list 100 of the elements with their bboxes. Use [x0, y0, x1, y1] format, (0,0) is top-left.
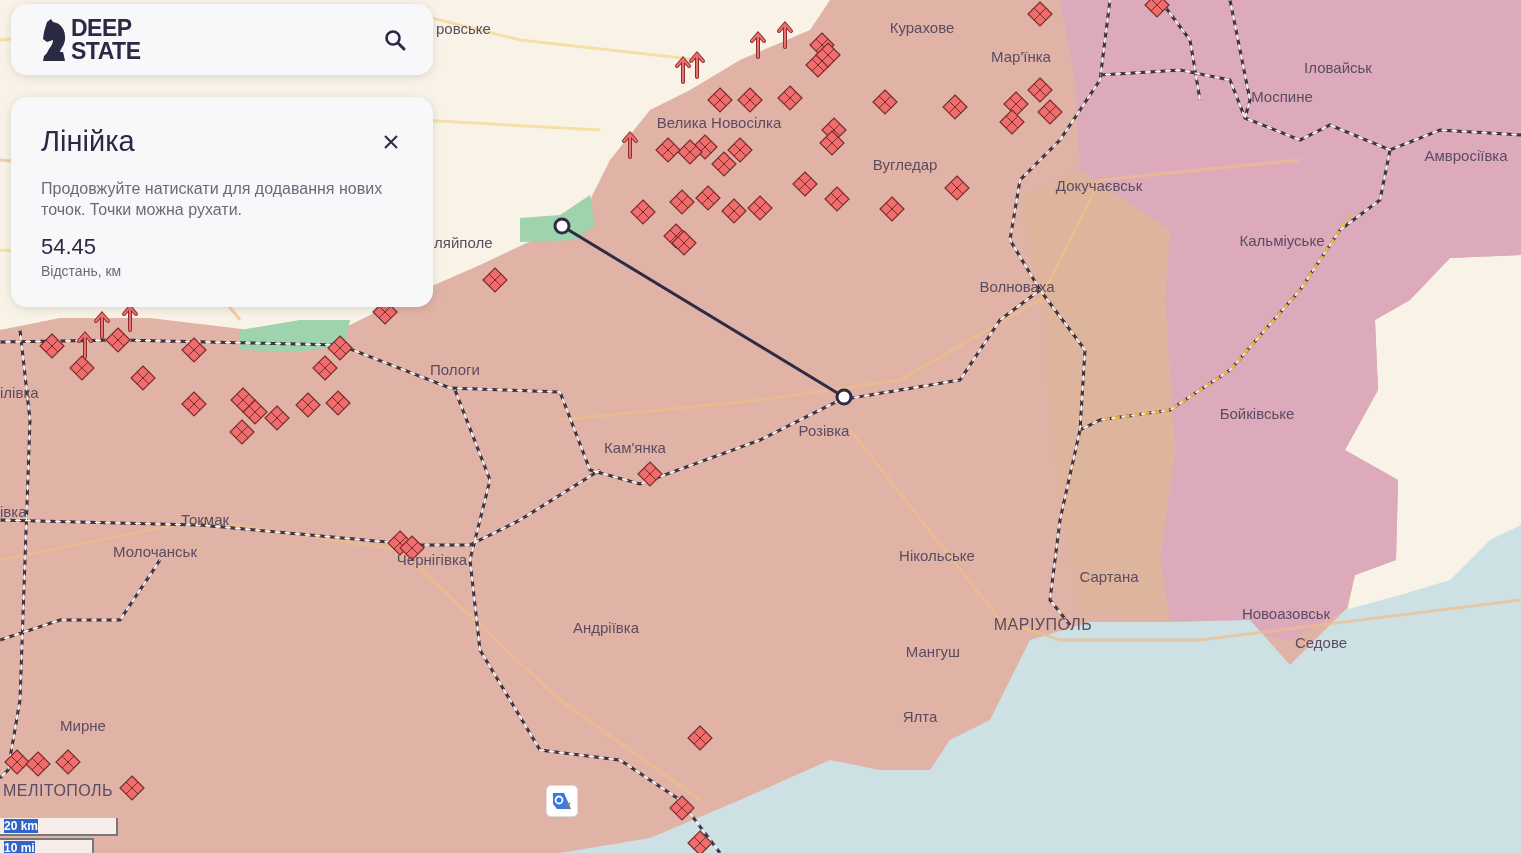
crossed-diamond-icon	[677, 139, 703, 165]
crossed-diamond-icon	[4, 749, 30, 775]
crossed-diamond-icon	[942, 94, 968, 120]
crossed-diamond-icon	[671, 230, 697, 256]
arrow-icon	[689, 50, 705, 79]
place-label: Волноваха	[979, 277, 1055, 295]
place-label: Токмак	[180, 510, 230, 528]
translate-icon	[551, 790, 573, 812]
crossed-diamond-icon	[1037, 99, 1063, 125]
translate-button[interactable]	[546, 785, 578, 817]
crossed-diamond-icon	[39, 333, 65, 359]
crossed-diamond-icon	[999, 109, 1025, 135]
crossed-diamond-icon	[230, 387, 256, 413]
crossed-diamond-icon	[872, 89, 898, 115]
crossed-diamond-icon	[687, 725, 713, 751]
logo-text: DEEP	[71, 16, 133, 40]
place-label: ляйполе	[434, 233, 493, 251]
place-label: Сартана	[1079, 567, 1139, 585]
crossed-diamond-icon	[130, 365, 156, 391]
crossed-diamond-icon	[295, 392, 321, 418]
crossed-diamond-icon	[879, 196, 905, 222]
crossed-diamond-icon	[327, 335, 353, 361]
place-label: івка	[0, 502, 27, 520]
arrow-icon	[622, 130, 638, 159]
place-label: Бойківське	[1219, 404, 1295, 422]
crossed-diamond-icon	[707, 87, 733, 113]
crossed-diamond-icon	[325, 390, 351, 416]
place-label: Вугледар	[872, 155, 938, 173]
crossed-diamond-icon	[669, 795, 695, 821]
place-label: Мар'їнка	[991, 47, 1051, 65]
crossed-diamond-icon	[687, 830, 713, 853]
crossed-diamond-icon	[815, 42, 841, 68]
crossed-diamond-icon	[695, 185, 721, 211]
arrow-icon	[750, 30, 766, 59]
crossed-diamond-icon	[69, 355, 95, 381]
crossed-diamond-icon	[119, 775, 145, 801]
crossed-diamond-icon	[792, 171, 818, 197]
place-label: Мангуш	[905, 642, 961, 660]
logo-text: STATE	[71, 39, 141, 63]
place-label: Андріївка	[572, 618, 640, 636]
place-label: Велика Новосілка	[656, 113, 782, 131]
place-label: Моспине	[1251, 87, 1313, 105]
place-label: Чернігівка	[396, 550, 468, 568]
crossed-diamond-icon	[737, 87, 763, 113]
place-label: Пологи	[430, 360, 480, 378]
place-label: МЕЛІТОПОЛЬ	[2, 782, 114, 800]
place-label: Курахове	[889, 18, 955, 36]
crossed-diamond-icon	[1027, 1, 1053, 27]
place-label: Іловайськ	[1304, 58, 1372, 76]
crossed-diamond-icon	[482, 267, 508, 293]
hint-text: Продовжуйте натискати для додавання нових точок. Точки можна рухати.	[41, 179, 384, 220]
place-label: Новоазовськ	[1241, 604, 1331, 622]
arrow-icon	[675, 55, 691, 84]
crossed-diamond-icon	[1144, 0, 1170, 18]
place-label: Нікольське	[899, 546, 975, 564]
crossed-diamond-icon	[181, 337, 207, 363]
crossed-diamond-icon	[669, 189, 695, 215]
scale-text: 20 km	[4, 819, 39, 833]
place-label: Мирне	[60, 716, 106, 734]
knight-icon	[41, 17, 67, 62]
crossed-diamond-icon	[711, 151, 737, 177]
place-label: Седове	[1294, 633, 1348, 651]
place-label: ровське	[436, 19, 491, 37]
crossed-diamond-icon	[819, 130, 845, 156]
place-label: ілівка	[0, 383, 39, 401]
place-label: МАРІУПОЛЬ	[993, 616, 1093, 634]
panel-title: Лінійка	[41, 125, 135, 158]
place-label: Докучаєвськ	[1055, 176, 1143, 194]
crossed-diamond-icon	[1027, 77, 1053, 103]
arrow-icon	[94, 310, 110, 339]
crossed-diamond-icon	[721, 198, 747, 224]
place-label: Розівка	[798, 421, 850, 439]
distance-label: Відстань, км	[41, 263, 123, 279]
arrow-icon	[77, 330, 93, 359]
crossed-diamond-icon	[630, 199, 656, 225]
crossed-diamond-icon	[229, 419, 255, 445]
crossed-diamond-icon	[264, 405, 290, 431]
arrow-icon	[777, 20, 793, 49]
crossed-diamond-icon	[777, 85, 803, 111]
crossed-diamond-icon	[655, 137, 681, 163]
crossed-diamond-icon	[824, 186, 850, 212]
search-icon	[383, 27, 407, 52]
crossed-diamond-icon	[55, 749, 81, 775]
close-icon	[383, 133, 399, 150]
scale-text: 10 mi	[4, 841, 35, 853]
place-label: Кальміуське	[1239, 231, 1325, 249]
crossed-diamond-icon	[312, 355, 338, 381]
crossed-diamond-icon	[25, 751, 51, 777]
crossed-diamond-icon	[637, 461, 663, 487]
distance-value: 54.45	[41, 234, 98, 260]
place-label: Кам'янка	[604, 438, 666, 456]
place-label: Амвросіївка	[1424, 146, 1508, 164]
place-label: Ялта	[902, 707, 938, 725]
measure-point[interactable]	[553, 217, 571, 235]
measure-point[interactable]	[835, 388, 853, 406]
crossed-diamond-icon	[181, 391, 207, 417]
crossed-diamond-icon	[747, 195, 773, 221]
crossed-diamond-icon	[944, 175, 970, 201]
crossed-diamond-icon	[105, 327, 131, 353]
place-label: Молочанськ	[113, 542, 197, 560]
